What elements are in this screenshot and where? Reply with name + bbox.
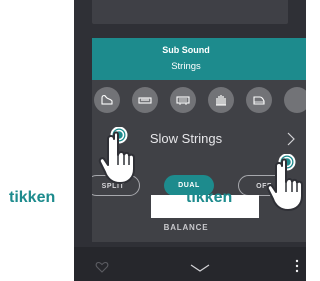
- upper-panel: [92, 0, 288, 24]
- tap-label-right: tikken: [186, 189, 233, 206]
- organ-pipes-icon: [216, 95, 226, 106]
- balance-label: BALANCE: [163, 223, 209, 232]
- category-button-upright-piano[interactable]: [246, 87, 272, 113]
- card-title: Sub Sound: [162, 45, 210, 55]
- chevron-down-icon[interactable]: [190, 264, 210, 272]
- category-button-grand-piano[interactable]: [94, 87, 120, 113]
- tap-hand-icon-left: [98, 127, 135, 184]
- bottom-toolbar: [74, 247, 306, 281]
- category-button-electric-piano[interactable]: [132, 87, 158, 113]
- upright-piano-icon: [253, 96, 265, 105]
- category-button-more[interactable]: [284, 87, 306, 113]
- screenshot-stage: Sub Sound Strings Slow Strings SPLIT DUA…: [0, 0, 320, 281]
- more-vertical-icon[interactable]: [294, 259, 300, 273]
- harpsichord-icon: [176, 96, 190, 105]
- chevron-right-icon[interactable]: [286, 132, 296, 146]
- electric-piano-icon: [138, 97, 152, 104]
- grand-piano-icon: [101, 95, 113, 105]
- tap-hand-icon-right: [266, 154, 303, 211]
- tap-label-left: tikken: [9, 189, 56, 206]
- category-button-harpsichord[interactable]: [170, 87, 196, 113]
- card-header: Sub Sound Strings: [92, 38, 306, 80]
- category-button-organ[interactable]: [208, 87, 234, 113]
- card-subtitle: Strings: [171, 61, 201, 72]
- heart-icon[interactable]: [95, 261, 109, 273]
